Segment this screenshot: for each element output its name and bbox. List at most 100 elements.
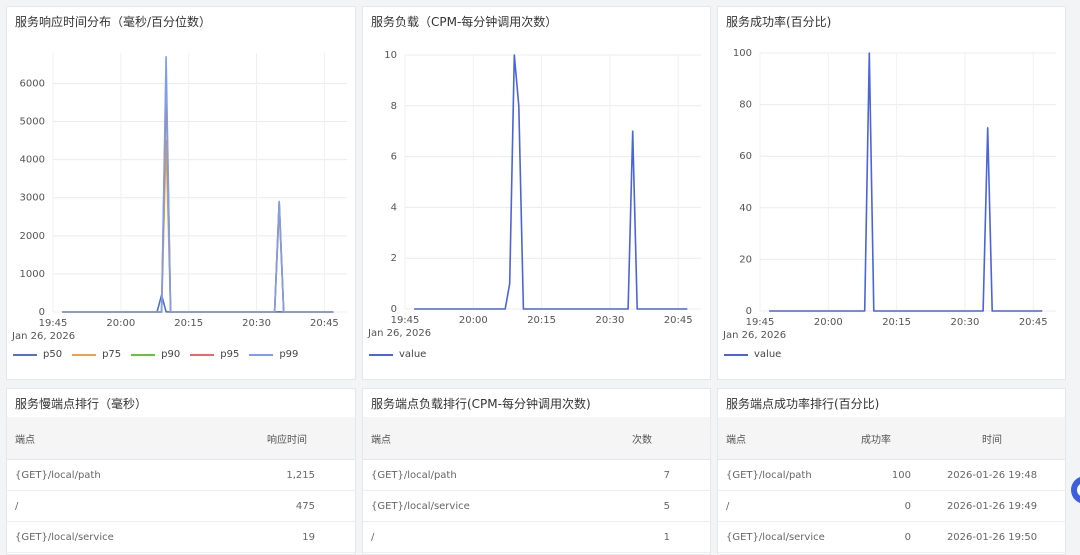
legend-item-value[interactable]: value	[369, 349, 426, 360]
y-tick-label: 3000	[20, 193, 45, 204]
column-header[interactable]: 次数	[574, 417, 710, 460]
success-rate-chart[interactable]: 0 20 40 60 80 100 19:45 20:00 20:15 20:30 20:45 Jan…	[718, 7, 1067, 381]
legend-item-value[interactable]: value	[724, 349, 781, 360]
legend-swatch	[131, 353, 156, 356]
legend-item-p95[interactable]: p95	[190, 349, 239, 360]
response-time-panel: 服务响应时间分布（毫秒/百分位数） 0 1000 2000 3000 4000 5000 6…	[6, 6, 356, 380]
x-tick-label: 20:30	[596, 315, 625, 326]
y-tick-label: 100	[733, 48, 752, 59]
column-header[interactable]: 成功率	[833, 417, 919, 460]
panel-title: 服务端点负载排行(CPM-每分钟调用次数)	[371, 397, 591, 411]
legend-item-p75[interactable]: p75	[72, 349, 121, 360]
column-header[interactable]: 端点	[363, 417, 574, 460]
time-cell: 2026-01-26 19:50	[919, 521, 1065, 553]
legend-label: p95	[220, 349, 240, 360]
y-tick-label: 2000	[20, 231, 45, 242]
endpoint-cell[interactable]: /	[718, 490, 833, 522]
table-row[interactable]: {GET}/local/service 0 2026-01-26 19:50	[718, 521, 1065, 553]
endpoint-cell[interactable]: {GET}/local/service	[7, 521, 219, 553]
series-line-value	[769, 52, 1043, 312]
series-line-value	[414, 54, 688, 310]
slow-endpoints-table: 端点 响应时间 {GET}/local/path 1,215 /475 {GET}…	[7, 417, 355, 553]
value-cell: 1	[574, 521, 710, 553]
x-tick-label: 20:00	[459, 315, 488, 326]
table-row[interactable]: /0 2026-01-26 19:49	[718, 490, 1065, 522]
legend-label: value	[399, 349, 427, 360]
load-endpoints-table: 端点 次数 {GET}/local/path 7 {GET}/local/serv…	[363, 417, 710, 553]
time-cell: 2026-01-26 19:48	[919, 459, 1065, 491]
success-endpoints-panel: 服务端点成功率排行(百分比) 端点 成功率 时间 {GET}/local/pat…	[717, 388, 1066, 555]
legend-swatch	[13, 353, 37, 356]
value-cell: 100	[833, 459, 919, 491]
value-cell: 5	[574, 490, 710, 522]
legend-swatch	[249, 353, 274, 356]
load-panel: 服务负载（CPM-每分钟调用次数） 0 2 4 6 8 10 19:45 20:00 20:15…	[362, 6, 711, 380]
column-header[interactable]: 端点	[718, 417, 833, 460]
value-cell: 0	[833, 490, 919, 522]
legend-label: p90	[161, 349, 181, 360]
y-tick-label: 2	[391, 253, 397, 264]
endpoint-cell[interactable]: {GET}/local/service	[718, 521, 833, 553]
table-row[interactable]: {GET}/local/service 19	[7, 521, 355, 553]
y-tick-label: 60	[739, 151, 752, 162]
endpoint-cell[interactable]: {GET}/local/service	[363, 490, 574, 522]
table-row[interactable]: {GET}/local/path 1,215	[7, 459, 355, 491]
x-tick-label: 20:45	[1019, 317, 1048, 328]
panel-title: 服务端点成功率排行(百分比)	[726, 397, 880, 411]
y-tick-label: 4000	[20, 155, 45, 166]
table-row[interactable]: /475	[7, 490, 355, 522]
success-endpoints-table: 端点 成功率 时间 {GET}/local/path 100 2026-01-26 …	[718, 417, 1065, 553]
load-chart[interactable]: 0 2 4 6 8 10 19:45 20:00 20:15 20:30 20:45 Jan 26, …	[363, 7, 712, 381]
y-tick-label: 8	[391, 101, 397, 112]
column-header[interactable]: 端点	[7, 417, 219, 460]
response-time-chart[interactable]: 0 1000 2000 3000 4000 5000 6000 19:45 20:00 20:15…	[7, 7, 357, 381]
y-tick-label: 10	[384, 50, 397, 61]
x-tick-label: 20:15	[174, 318, 203, 329]
legend-label: p99	[279, 349, 299, 360]
y-tick-label: 0	[39, 307, 45, 318]
y-tick-label: 5000	[20, 117, 45, 128]
column-header[interactable]: 响应时间	[219, 417, 355, 460]
x-tick-label: 20:00	[106, 318, 135, 329]
endpoint-cell[interactable]: /	[7, 490, 219, 522]
time-cell: 2026-01-26 19:49	[919, 490, 1065, 522]
legend-swatch	[724, 353, 748, 356]
x-tick-label: 20:45	[310, 318, 339, 329]
table-row[interactable]: {GET}/local/path 100 2026-01-26 19:48	[718, 459, 1065, 491]
endpoint-cell[interactable]: {GET}/local/path	[7, 459, 219, 491]
endpoint-cell[interactable]: {GET}/local/path	[718, 459, 833, 491]
x-tick-label: 20:30	[242, 318, 271, 329]
legend-label: p50	[43, 349, 63, 360]
x-tick-label: 20:15	[527, 315, 556, 326]
load-endpoints-panel: 服务端点负载排行(CPM-每分钟调用次数) 端点 次数 {GET}/local/…	[362, 388, 711, 555]
y-tick-label: 0	[746, 306, 752, 317]
x-tick-label: 20:45	[664, 315, 693, 326]
endpoint-cell[interactable]: /	[363, 521, 574, 553]
series-line-p90	[62, 86, 334, 313]
y-tick-label: 6	[391, 152, 397, 163]
chart-legend: value	[724, 349, 781, 360]
success-rate-panel: 服务成功率(百分比) 0 20 40 60 80 100 19:45 20:00 20:15 20…	[717, 6, 1066, 380]
series-line-p50	[62, 294, 334, 313]
x-tick-label: 20:30	[951, 317, 980, 328]
legend-item-p90[interactable]: p90	[131, 349, 180, 360]
slow-endpoints-panel: 服务慢端点排行（毫秒） 端点 响应时间 {GET}/local/path 1,21…	[6, 388, 356, 555]
x-tick-label: 19:45	[39, 318, 68, 329]
table-row[interactable]: /1	[363, 521, 710, 553]
chart-legend: p50 p75 p90 p95 p99	[13, 349, 298, 360]
y-tick-label: 80	[739, 100, 752, 111]
table-row[interactable]: {GET}/local/path 7	[363, 459, 710, 491]
x-tick-label: 19:45	[746, 317, 775, 328]
value-cell: 7	[574, 459, 710, 491]
floating-assistant-button[interactable]	[1071, 476, 1080, 504]
y-tick-label: 20	[739, 254, 752, 265]
table-row[interactable]: {GET}/local/service 5	[363, 490, 710, 522]
y-tick-label: 0	[391, 304, 397, 315]
column-header[interactable]: 时间	[919, 417, 1065, 460]
y-tick-label: 4	[391, 202, 397, 213]
series-line-p95	[62, 75, 334, 313]
legend-item-p99[interactable]: p99	[249, 349, 298, 360]
legend-swatch	[72, 353, 97, 356]
legend-item-p50[interactable]: p50	[13, 349, 62, 360]
endpoint-cell[interactable]: {GET}/local/path	[363, 459, 574, 491]
